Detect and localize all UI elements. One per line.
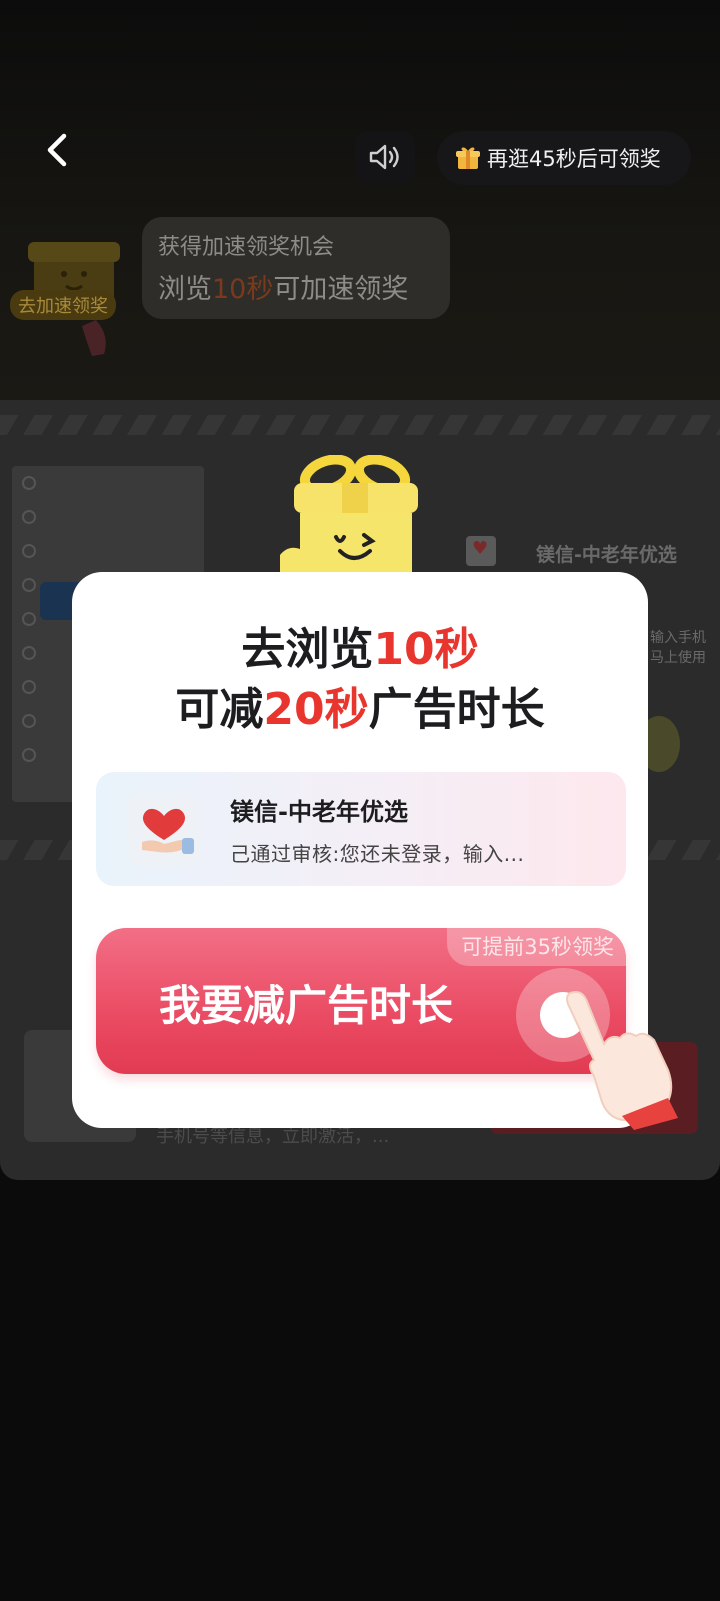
background-hint: 输入手机 马上使用 <box>650 628 706 668</box>
background-stripe-top <box>0 415 720 435</box>
app-description: 己通过审核:您还未登录，输入... <box>230 842 525 866</box>
modal-title-line2-suffix: 广告时长 <box>368 684 545 735</box>
speed-up-line1: 获得加速领奖机会 <box>158 235 335 260</box>
background-brand-name: 镁信-中老年优选 <box>536 544 677 566</box>
reduce-ad-duration-button[interactable]: 可提前35秒领奖 我要减广告时长 <box>96 928 626 1074</box>
background-hint-line2: 马上使用 <box>650 650 706 666</box>
reward-countdown-text: 再逛45秒后可领奖 <box>487 147 661 171</box>
modal-title: 去浏览10秒 可减20秒广告时长 <box>72 620 648 740</box>
speed-up-line2: 浏览10秒可加速领奖 <box>158 267 450 306</box>
gift-icon <box>456 147 480 169</box>
modal-title-line1: 去浏览10秒 <box>72 620 648 680</box>
reward-countdown-pill: 再逛45秒后可领奖 <box>437 131 691 185</box>
speed-up-line2-highlight: 10秒 <box>212 274 274 305</box>
speed-up-line2-prefix: 浏览 <box>158 274 212 305</box>
back-arrow-icon <box>47 133 67 167</box>
speaker-icon <box>369 144 399 170</box>
heart-in-hand-icon <box>142 808 194 854</box>
back-button[interactable] <box>40 128 80 174</box>
app-logo <box>128 794 200 866</box>
modal-title-line2-prefix: 可减 <box>175 684 264 735</box>
tap-hand-icon <box>566 990 678 1130</box>
modal-title-line1-prefix: 去浏览 <box>241 624 374 675</box>
modal-title-line2: 可减20秒广告时长 <box>72 680 648 740</box>
sound-toggle-button[interactable] <box>355 131 415 183</box>
speed-up-bubble[interactable]: 获得加速领奖机会 浏览10秒可加速领奖 <box>142 217 450 319</box>
modal-title-line1-highlight: 10秒 <box>373 624 479 675</box>
app-name: 镁信-中老年优选 <box>230 798 408 826</box>
speed-up-line2-suffix: 可加速领奖 <box>273 274 409 305</box>
background-brand-logo-icon <box>466 536 496 566</box>
background-hint-line1: 输入手机 <box>650 630 706 646</box>
early-reward-badge: 可提前35秒领奖 <box>447 928 626 966</box>
app-card[interactable]: 镁信-中老年优选 己通过审核:您还未登录，输入... <box>96 772 626 886</box>
modal-title-line2-highlight: 20秒 <box>263 684 369 735</box>
speed-up-tag[interactable]: 去加速领奖 <box>10 290 116 320</box>
